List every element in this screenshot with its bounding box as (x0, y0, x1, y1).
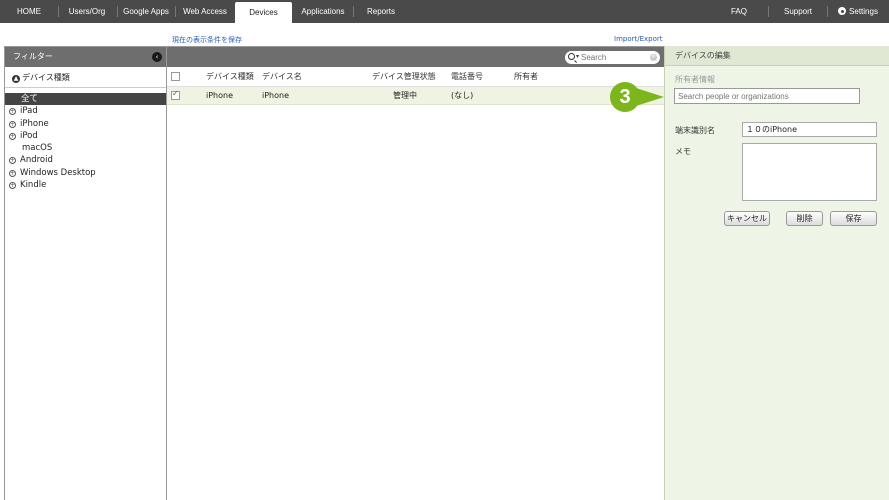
filter-group-label: デバイス種類 (22, 73, 70, 82)
column-owner[interactable]: 所有者 (514, 67, 538, 87)
device-list-toolbar: ▾ ✕ (167, 47, 664, 67)
table-header: デバイス種類 デバイス名 デバイス管理状態 電話番号 所有者 (167, 67, 664, 87)
filter-item-all[interactable]: 全て (5, 93, 166, 106)
filter-panel-header: フィルター ‹ (5, 47, 166, 67)
nav-settings-label: Settings (849, 7, 878, 16)
nav-support[interactable]: Support (776, 0, 820, 23)
filter-item-label: iPod (20, 130, 38, 141)
cell-phone-number: (なし) (451, 91, 474, 100)
filter-item-kindle[interactable]: + Kindle (5, 179, 166, 191)
collapse-panel-icon[interactable]: ‹ (152, 52, 162, 62)
step-number-badge: 3 (610, 82, 640, 112)
nav-separator (117, 6, 118, 17)
nav-reports[interactable]: Reports (360, 0, 402, 23)
owner-info-label: 所有者情報 (675, 75, 715, 84)
delete-button[interactable]: 削除 (786, 211, 823, 226)
filter-panel: フィルター ‹ ▲ デバイス種類 全て + iPad + iPhone + iPod m… (4, 46, 167, 500)
column-device-name[interactable]: デバイス名 (262, 67, 302, 87)
owner-search-input[interactable] (674, 88, 860, 104)
search-box[interactable]: ▾ ✕ (565, 51, 660, 64)
filter-list: 全て + iPad + iPhone + iPod macOS + Android + W… (5, 93, 166, 191)
nav-devices[interactable]: Devices (235, 2, 292, 23)
column-management-status[interactable]: デバイス管理状態 (372, 67, 436, 87)
filter-item-android[interactable]: + Android (5, 154, 166, 166)
nav-applications[interactable]: Applications (296, 0, 350, 23)
filter-panel-title: フィルター (13, 52, 53, 61)
clear-search-icon[interactable]: ✕ (650, 54, 657, 61)
memo-label: メモ (675, 147, 691, 156)
filter-item-ipad[interactable]: + iPad (5, 105, 166, 117)
nav-separator (353, 6, 354, 17)
cell-management-status: 管理中 (393, 91, 417, 100)
filter-item-label: Kindle (20, 180, 47, 191)
memo-textarea[interactable] (742, 143, 877, 201)
save-button[interactable]: 保存 (830, 211, 877, 226)
expand-icon: + (9, 169, 16, 177)
nav-web-access[interactable]: Web Access (179, 0, 231, 23)
filter-item-label: iPhone (20, 118, 49, 129)
nav-google-apps[interactable]: Google Apps (121, 0, 171, 23)
nav-users-org[interactable]: Users/Org (62, 0, 112, 23)
save-filter-link[interactable]: 現在の表示条件を保存 (172, 35, 242, 45)
filter-item-label: macOS (22, 143, 53, 154)
filter-group-device-type[interactable]: ▲ デバイス種類 (5, 68, 166, 88)
nav-separator (58, 6, 59, 17)
filter-item-windows-desktop[interactable]: + Windows Desktop (5, 167, 166, 179)
nav-faq[interactable]: FAQ (722, 0, 756, 23)
filter-item-label: Android (20, 155, 53, 166)
cell-device-type: iPhone (206, 91, 234, 100)
expand-icon: + (9, 120, 16, 128)
search-icon (568, 53, 575, 60)
import-export-link[interactable]: Import/Export (614, 35, 663, 43)
filter-item-macos[interactable]: macOS (5, 142, 166, 154)
chevron-down-icon: ▾ (576, 53, 580, 60)
select-all-checkbox[interactable] (171, 72, 180, 81)
expand-icon: + (9, 132, 16, 140)
filter-item-iphone[interactable]: + iPhone (5, 118, 166, 130)
table-row[interactable]: iPhone iPhone 管理中 (なし) (167, 87, 664, 105)
chevron-up-icon: ▲ (12, 75, 20, 83)
cancel-button[interactable]: キャンセル (724, 211, 770, 226)
device-edit-panel: デバイスの編集 所有者情報 端末識別名 １０のiPhone メモ キャンセル 削… (664, 46, 889, 500)
device-list-panel: ▾ ✕ デバイス種類 デバイス名 デバイス管理状態 電話番号 所有者 iPhon… (167, 46, 664, 500)
edit-panel-title: デバイスの編集 (665, 46, 889, 66)
step-arrow-pointer (636, 88, 664, 106)
device-name-input[interactable]: １０のiPhone (742, 122, 877, 137)
cell-device-name: iPhone (262, 91, 290, 100)
filter-item-ipod[interactable]: + iPod (5, 130, 166, 142)
gear-icon (838, 7, 847, 15)
filter-item-label: Windows Desktop (20, 167, 96, 178)
nav-separator (175, 6, 176, 17)
filter-item-label: iPad (20, 106, 38, 117)
search-input[interactable] (581, 52, 645, 63)
nav-home[interactable]: HOME (8, 0, 50, 23)
nav-separator (768, 6, 769, 17)
device-name-label: 端末識別名 (675, 126, 715, 135)
column-phone-number[interactable]: 電話番号 (451, 67, 483, 87)
nav-settings[interactable]: Settings (833, 0, 883, 23)
column-device-type[interactable]: デバイス種類 (206, 67, 254, 87)
nav-separator (827, 6, 828, 17)
top-nav: HOME Users/Org Google Apps Web Access De… (0, 0, 889, 23)
expand-icon: + (9, 182, 16, 190)
expand-icon: + (9, 157, 16, 165)
expand-icon: + (9, 108, 16, 116)
row-checkbox[interactable] (171, 89, 180, 100)
